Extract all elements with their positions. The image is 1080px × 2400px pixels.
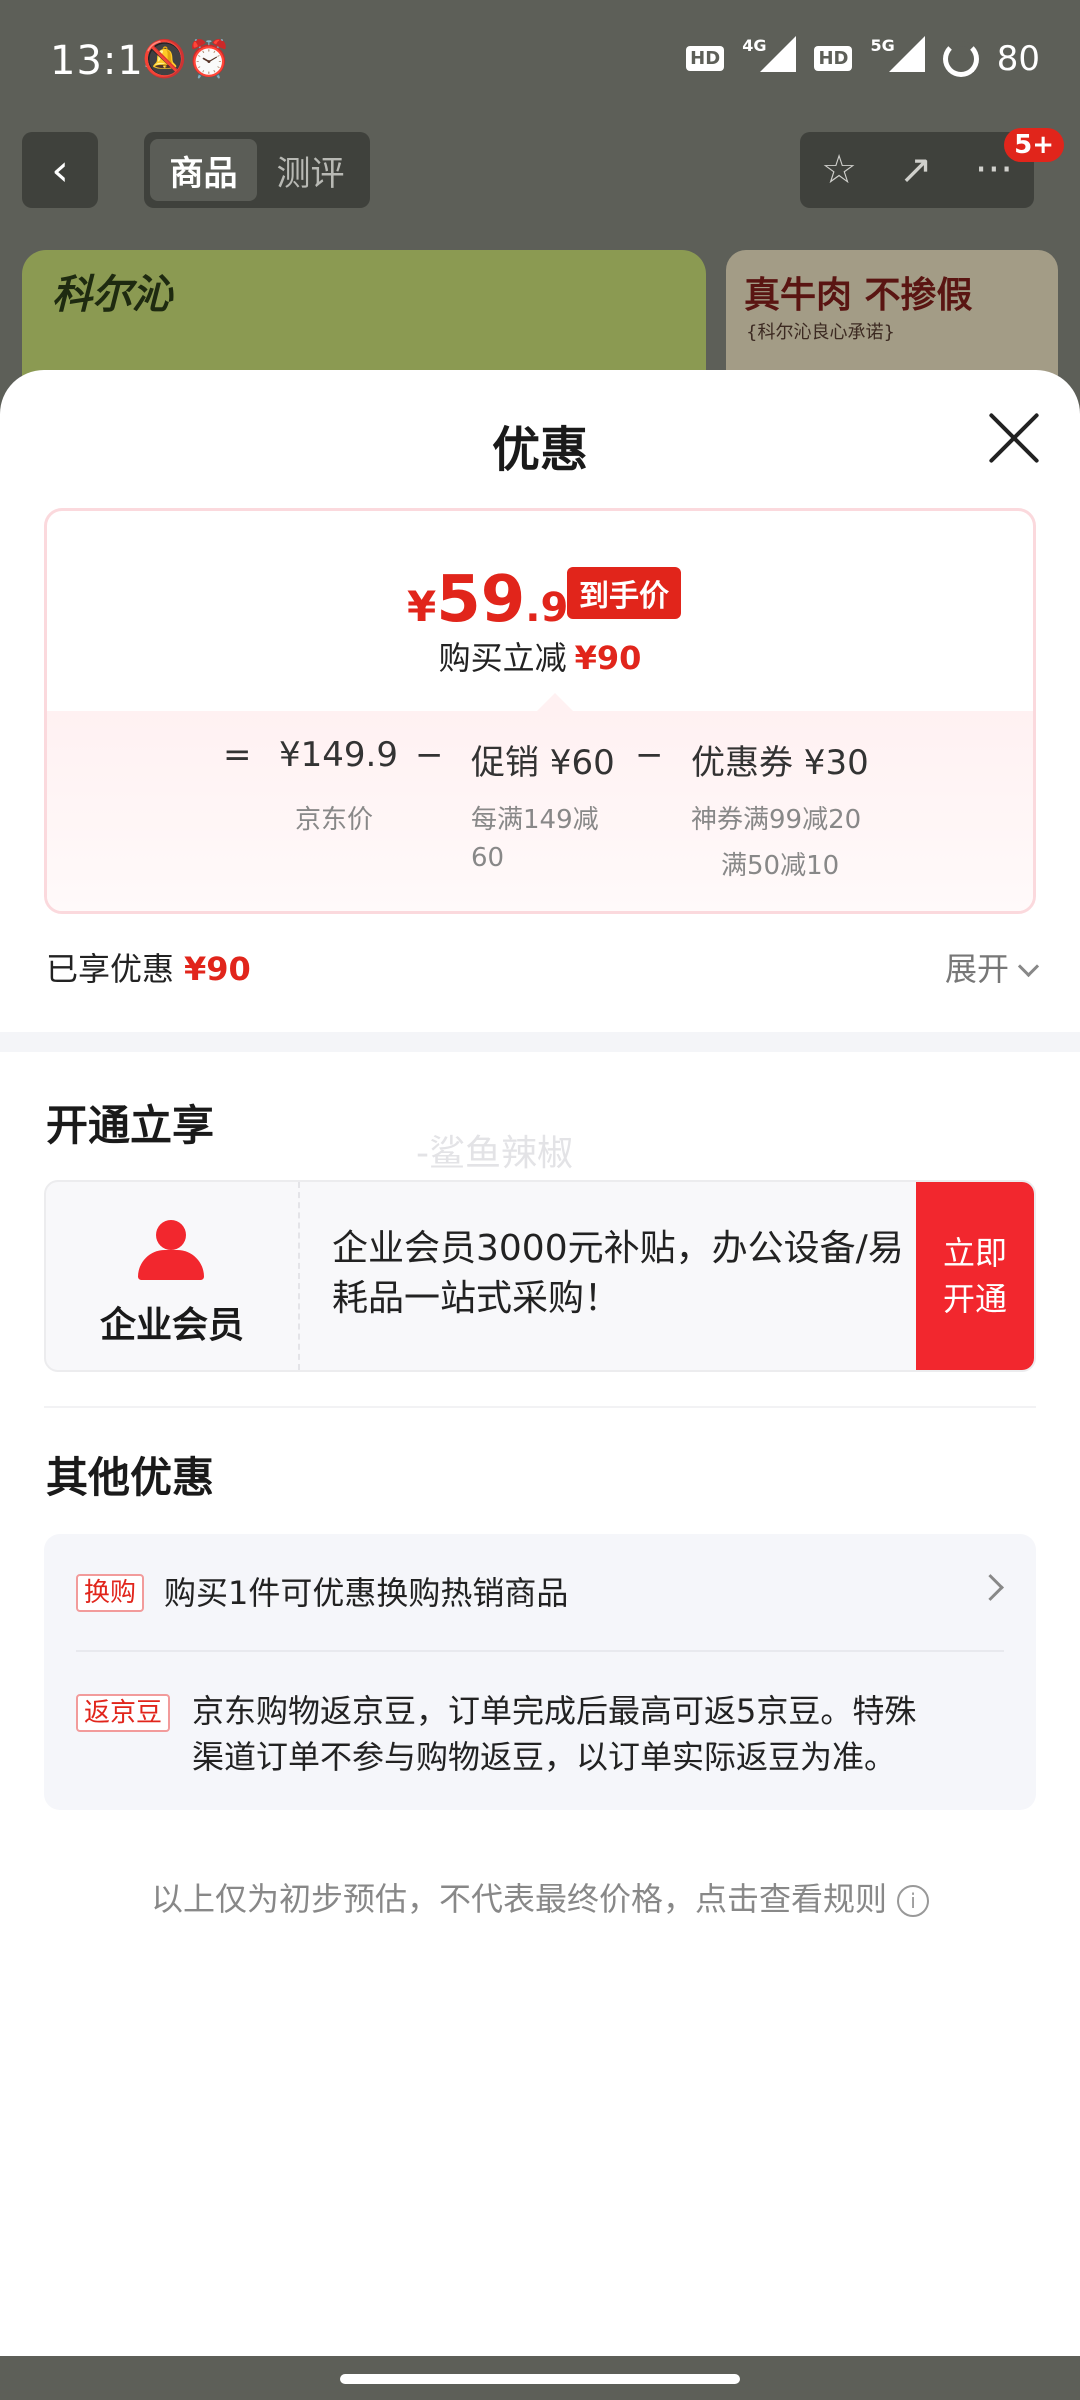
equals-sign: = (223, 735, 252, 775)
share-icon[interactable]: ↗ (899, 147, 933, 193)
sheet-title: 优惠 (491, 422, 588, 478)
reduce-value: ¥90 (574, 639, 642, 677)
mute-alarm-icons: 🔕⏰ (142, 39, 232, 80)
coupon-amount: 优惠券 ¥30 (691, 743, 869, 783)
battery-level: 80 (996, 38, 1040, 79)
member-description: 企业会员3000元补贴，办公设备/易耗品一站式采购！ (332, 1228, 904, 1319)
price-decimal: .9 (525, 585, 569, 631)
expand-button[interactable]: 展开 (944, 944, 1040, 990)
price-currency: ¥ (407, 582, 437, 631)
battery-icon (942, 40, 979, 77)
back-button[interactable]: ‹ (22, 132, 98, 208)
signal-icon (888, 36, 925, 72)
expand-label: 展开 (944, 950, 1009, 988)
enjoyed-label: 已享优惠 (46, 950, 175, 988)
chevron-left-icon: ‹ (51, 144, 69, 196)
hd-icon: HD (814, 46, 853, 71)
open-now-label-1: 立即 (942, 1234, 1007, 1272)
nav-tabs: 商品 测评 (144, 132, 370, 208)
promo-rule-line2: 60 (471, 843, 505, 873)
message-badge: 5+ (1004, 128, 1064, 162)
tab-product[interactable]: 商品 (150, 139, 257, 201)
price-card: ¥59.9 到手价 购买立减 ¥90 = ¥149.9 京东价 − 促销 ¥60 … (44, 508, 1036, 914)
divider (44, 1406, 1036, 1408)
user-icon (138, 1220, 204, 1280)
info-icon[interactable]: i (897, 1885, 929, 1917)
enjoyed-value: ¥90 (184, 950, 251, 988)
signal-icon (760, 36, 797, 72)
jingdou-text-line1: 京东购物返京豆，订单完成后最高可返5京豆。特殊 (192, 1692, 917, 1730)
section-divider (0, 1032, 1080, 1052)
jd-price-label: 京东价 (295, 805, 374, 835)
final-price-tag: 到手价 (567, 567, 681, 619)
minus-sign: − (635, 735, 664, 775)
other-section-title: 其他优惠 (46, 1453, 215, 1502)
promo-banner-subtitle: {科尔沁良心承诺} (746, 322, 895, 343)
rules-note[interactable]: 以上仅为初步预估，不代表最终价格，点击查看规则 i (0, 1874, 1080, 1920)
member-name: 企业会员 (99, 1305, 244, 1346)
jingdou-tag: 返京豆 (76, 1694, 171, 1732)
status-right-icons: HD 4G HD 5G 80 (686, 36, 1040, 81)
reduce-label: 购买立减 (438, 639, 567, 677)
member-left: 企业会员 (46, 1182, 300, 1370)
minus-sign: − (415, 735, 444, 775)
nav-actions: ☆ ↗ ··· (800, 132, 1034, 208)
chevron-down-icon (1017, 955, 1040, 978)
price-integer: 59 (436, 563, 526, 637)
jingdou-text-line2: 渠道订单不参与购物返豆，以订单实际返豆为准。 (192, 1738, 897, 1776)
watermark: -鲨鱼辣椒 (416, 1133, 573, 1174)
final-price: ¥59.9 (407, 563, 568, 637)
breakdown-notch (537, 693, 573, 711)
open-now-button[interactable]: 立即 开通 (916, 1182, 1034, 1370)
promo-banner-title: 真牛肉 不掺假 (744, 275, 973, 316)
open-now-label-2: 开通 (942, 1280, 1007, 1318)
enjoyed-discount: 已享优惠 ¥90 (46, 944, 251, 990)
hd-icon: HD (686, 46, 725, 71)
jd-price: ¥149.9 (279, 735, 398, 775)
home-indicator[interactable] (340, 2374, 740, 2384)
tab-review[interactable]: 测评 (257, 139, 364, 201)
enterprise-member-card[interactable]: 企业会员 企业会员3000元补贴，办公设备/易耗品一站式采购！ 立即开通 (44, 1180, 1036, 1372)
coupon-rule-line2: 满50减10 (721, 851, 840, 881)
row-divider (76, 1650, 1004, 1652)
promo-rule-line1: 每满149减 (471, 805, 599, 835)
star-icon[interactable]: ☆ (821, 147, 857, 193)
close-icon[interactable] (986, 410, 1042, 466)
exchange-text[interactable]: 购买1件可优惠换购热销商品 (164, 1570, 568, 1616)
coupon-rule-line1: 神券满99减20 (691, 805, 862, 835)
open-section-title: 开通立享 (46, 1101, 215, 1150)
promo-amount: 促销 ¥60 (471, 743, 615, 783)
rules-note-text: 以上仅为初步预估，不代表最终价格，点击查看规则 (150, 1880, 887, 1918)
status-bar: 13:14 🔕⏰ HD 4G HD 5G 80 (0, 0, 1080, 120)
exchange-tag: 换购 (76, 1574, 145, 1612)
reduce-line: 购买立减 ¥90 (47, 633, 1033, 679)
brand-logo: 科尔沁 (52, 272, 172, 318)
